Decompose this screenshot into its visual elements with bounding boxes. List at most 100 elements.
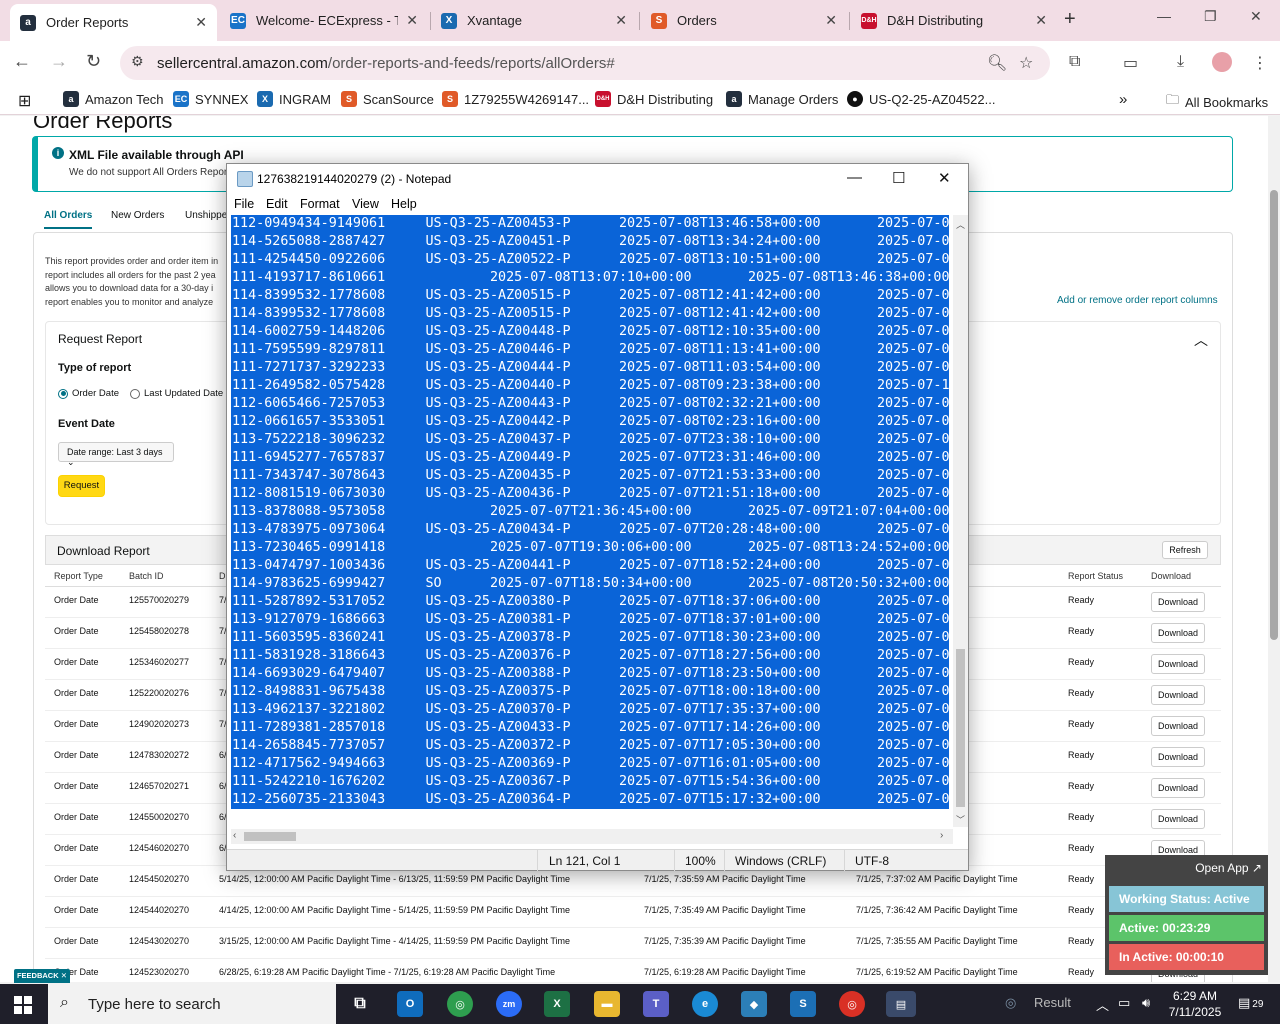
- app-s-icon[interactable]: S: [790, 991, 816, 1017]
- extensions-icon[interactable]: ⧉: [1069, 53, 1080, 71]
- menu-file[interactable]: File: [234, 197, 254, 211]
- menu-help[interactable]: Help: [391, 197, 417, 211]
- inactive-timer: In Active: 00:00:10: [1109, 944, 1264, 970]
- volume-icon[interactable]: 🔊︎: [1142, 995, 1150, 1011]
- feedback-tab[interactable]: FEEDBACK ✕: [14, 969, 70, 983]
- download-icon[interactable]: ⤓: [1177, 53, 1184, 71]
- chevron-up-icon[interactable]: ︿: [1194, 330, 1208, 350]
- chrome-profile-icon[interactable]: ◎: [839, 991, 865, 1017]
- download-button[interactable]: Download: [1151, 592, 1205, 612]
- notepad-horizontal-scrollbar[interactable]: ‹ ›: [231, 829, 953, 844]
- bookmark-us-q2[interactable]: ● US-Q2-25-AZ04522...: [847, 91, 995, 107]
- download-button[interactable]: Download: [1151, 654, 1205, 674]
- scroll-up-icon[interactable]: ︿: [956, 218, 965, 231]
- close-icon[interactable]: ✕: [938, 169, 951, 187]
- request-button[interactable]: Request: [58, 475, 105, 497]
- zoom-icon[interactable]: 🔍︎: [987, 53, 1007, 73]
- radio-order-date[interactable]: Order Date: [58, 388, 119, 399]
- add-remove-columns-link[interactable]: Add or remove order report columns: [1057, 295, 1218, 306]
- scroll-down-icon[interactable]: ﹀: [956, 813, 965, 826]
- close-window-icon[interactable]: ✕: [1250, 8, 1262, 25]
- restore-icon[interactable]: ❐: [1204, 8, 1217, 25]
- profile-avatar[interactable]: [1212, 52, 1232, 72]
- download-button[interactable]: Download: [1151, 809, 1205, 829]
- tab-dh-distributing[interactable]: D&H D&H Distributing ✕: [851, 0, 1057, 41]
- apps-grid-icon[interactable]: ⊞: [18, 91, 31, 111]
- close-tab-icon[interactable]: ✕: [406, 12, 418, 29]
- bookmark-ingram[interactable]: X INGRAM: [257, 91, 331, 107]
- minimize-icon[interactable]: —: [847, 169, 862, 186]
- task-view-icon[interactable]: ⧉: [347, 991, 373, 1017]
- bookmark-tracking[interactable]: S 1Z79255W4269147...: [442, 91, 589, 107]
- cell-comp: 7/1/25, 7:36:42 AM Pacific Daylight Time: [856, 905, 1018, 915]
- cell-type: Order Date: [54, 595, 99, 605]
- maximize-icon[interactable]: ☐: [892, 169, 905, 187]
- refresh-button[interactable]: Refresh: [1162, 541, 1208, 559]
- address-bar[interactable]: sellercentral.amazon.com/order-reports-a…: [120, 46, 1050, 80]
- clock[interactable]: 6:29 AM 7/11/2025: [1165, 988, 1225, 1020]
- chrome-icon[interactable]: ◎: [447, 991, 473, 1017]
- site-info-icon[interactable]: ⚙: [131, 53, 144, 70]
- close-tab-icon[interactable]: ✕: [195, 14, 207, 31]
- back-icon[interactable]: ←: [13, 51, 31, 72]
- windows-start-icon[interactable]: [14, 996, 32, 1014]
- download-button[interactable]: Download: [1151, 685, 1205, 705]
- notepad-titlebar[interactable]: 127638219144020279 (2) - Notepad — ☐ ✕: [227, 164, 968, 194]
- date-range-select[interactable]: Date range: Last 3 days ⌄: [58, 442, 174, 467]
- download-button[interactable]: Download: [1151, 716, 1205, 736]
- taskbar-search[interactable]: ⌕ Type here to search: [48, 984, 336, 1024]
- app-diamond-icon[interactable]: ◆: [741, 991, 767, 1017]
- tab-orders[interactable]: S Orders ✕: [641, 0, 847, 41]
- more-bookmarks-icon[interactable]: »: [1119, 91, 1127, 108]
- outlook-icon[interactable]: O: [397, 991, 423, 1017]
- excel-icon[interactable]: X: [544, 991, 570, 1017]
- notepad-vertical-scrollbar[interactable]: ︿ ﹀: [953, 215, 968, 827]
- zoom-app-icon[interactable]: zm: [496, 991, 522, 1017]
- menu-kebab-icon[interactable]: ⋮: [1252, 53, 1268, 73]
- bookmark-dh-distributing[interactable]: D&H D&H Distributing: [595, 91, 713, 107]
- notepad-line: 111-5287892-5317052 US-Q3-25-AZ00380-P 2…: [232, 594, 949, 609]
- tab-search-icon[interactable]: ▭: [1123, 53, 1138, 73]
- network-icon[interactable]: ▭: [1118, 995, 1130, 1011]
- tab-xvantage[interactable]: X Xvantage ✕: [431, 0, 637, 41]
- open-app-link[interactable]: Open App ↗: [1195, 861, 1262, 875]
- notepad-taskbar-icon[interactable]: ▤: [886, 991, 916, 1017]
- close-tab-icon[interactable]: ✕: [615, 12, 627, 29]
- bookmark-manage-orders[interactable]: a Manage Orders: [726, 91, 838, 107]
- minimize-icon[interactable]: —: [1157, 8, 1171, 24]
- bookmark-star-icon[interactable]: ☆: [1019, 53, 1033, 73]
- cell-batch: 124902020273: [129, 719, 190, 729]
- notification-center-icon[interactable]: ▤ 29: [1238, 995, 1263, 1011]
- bookmark-scansource[interactable]: S ScanSource: [341, 91, 434, 107]
- result-label[interactable]: Result: [1034, 995, 1071, 1010]
- download-button[interactable]: Download: [1151, 623, 1205, 643]
- tab-new-orders[interactable]: New Orders: [111, 210, 164, 221]
- close-tab-icon[interactable]: ✕: [1035, 12, 1047, 29]
- menu-edit[interactable]: Edit: [266, 197, 288, 211]
- tab-ecexpress[interactable]: EC Welcome- ECExpress - TD ✕: [220, 0, 428, 41]
- file-explorer-icon[interactable]: ▬: [594, 991, 620, 1017]
- all-bookmarks[interactable]: 🗀 All Bookmarks: [1166, 91, 1268, 113]
- tray-chevron-icon[interactable]: ︿: [1096, 995, 1109, 1014]
- teams-icon[interactable]: T: [643, 991, 669, 1017]
- bookmark-amazon-tech[interactable]: a Amazon Tech: [63, 91, 164, 107]
- notepad-line: 111-7289381-2857018 US-Q3-25-AZ00433-P 2…: [232, 720, 949, 735]
- page-scrollbar[interactable]: [1268, 116, 1280, 982]
- download-button[interactable]: Download: [1151, 778, 1205, 798]
- scroll-right-icon[interactable]: ›: [940, 830, 943, 841]
- menu-format[interactable]: Format: [300, 197, 340, 211]
- scroll-left-icon[interactable]: ‹: [233, 830, 236, 841]
- download-button[interactable]: Download: [1151, 747, 1205, 767]
- cell-status: Ready: [1068, 812, 1095, 822]
- bookmark-synnex[interactable]: EC SYNNEX: [173, 91, 248, 107]
- tab-all-orders[interactable]: All Orders: [44, 210, 93, 229]
- notepad-text-area[interactable]: 112-0949434-9149061 US-Q3-25-AZ00453-P 2…: [231, 215, 949, 809]
- reload-icon[interactable]: ↻: [86, 51, 101, 72]
- tab-order-reports[interactable]: a Order Reports ✕: [10, 4, 217, 41]
- close-tab-icon[interactable]: ✕: [825, 12, 837, 29]
- radio-last-updated-date[interactable]: Last Updated Date: [130, 388, 223, 399]
- menu-view[interactable]: View: [352, 197, 379, 211]
- edge-icon[interactable]: e: [692, 991, 718, 1017]
- forward-icon[interactable]: →: [50, 51, 68, 72]
- new-tab-icon[interactable]: +: [1064, 8, 1076, 31]
